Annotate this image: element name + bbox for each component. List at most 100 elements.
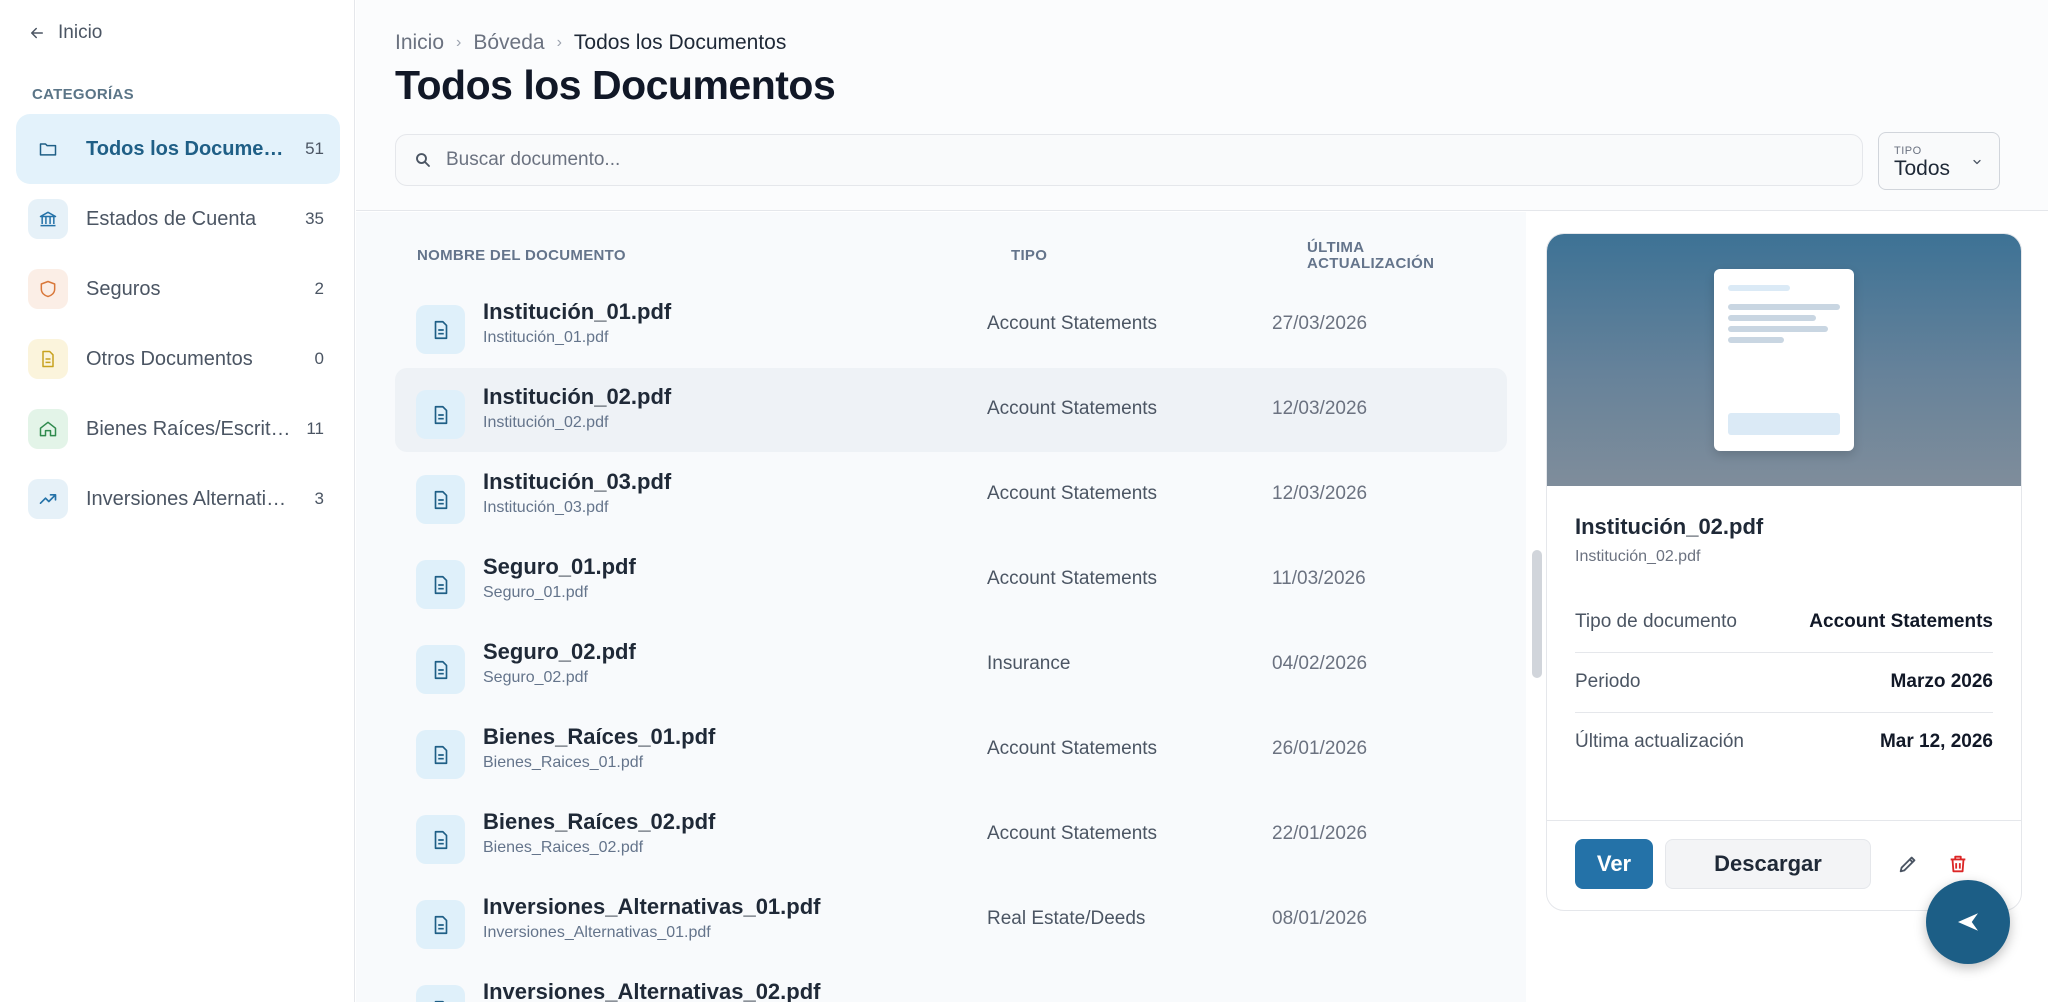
- document-type: Account Statements: [987, 483, 1158, 504]
- document-date: 12/03/2026: [1272, 483, 1368, 504]
- table-row[interactable]: Institución_02.pdf Institución_02.pdf Ac…: [395, 368, 1507, 452]
- file-icon: [416, 305, 465, 354]
- page-header: Inicio › Bóveda › Todos los Documentos T…: [356, 0, 2048, 211]
- document-type: Account Statements: [987, 398, 1158, 419]
- document-type: Account Statements: [987, 568, 1158, 589]
- search-bar: [395, 134, 1863, 186]
- document-filename: Bienes_Raices_01.pdf: [483, 754, 644, 771]
- document-name: Institución_03.pdf: [483, 469, 672, 494]
- file-icon: [416, 815, 465, 864]
- table-row[interactable]: Institución_03.pdf Institución_03.pdf Ac…: [395, 453, 1507, 537]
- documents-table: NOMBRE DEL DOCUMENTO TIPO ÚLTIMA ACTUALI…: [356, 212, 1526, 1002]
- chevron-right-icon: ›: [456, 34, 462, 51]
- file-icon: [416, 900, 465, 949]
- preview-field-type: Tipo de documento Account Statements: [1575, 593, 1993, 653]
- field-key: Periodo: [1575, 671, 1641, 692]
- table-row[interactable]: Seguro_02.pdf Seguro_02.pdf Insurance 04…: [395, 623, 1507, 707]
- document-name: Seguro_02.pdf: [483, 639, 636, 664]
- back-label: Inicio: [58, 22, 103, 43]
- document-date: 27/03/2026: [1272, 313, 1368, 334]
- field-key: Última actualización: [1575, 731, 1744, 752]
- document-filename: Inversiones_Alternativas_01.pdf: [483, 924, 711, 941]
- document-filename: Institución_02.pdf: [483, 414, 609, 431]
- sidebar-item-inversiones[interactable]: Inversiones Alternativas 3: [16, 464, 340, 534]
- document-filename: Bienes_Raices_02.pdf: [483, 839, 644, 856]
- view-button[interactable]: Ver: [1575, 839, 1653, 889]
- preview-field-period: Periodo Marzo 2026: [1575, 653, 1993, 713]
- column-header-type: TIPO: [1011, 247, 1048, 264]
- field-value: Marzo 2026: [1890, 671, 1993, 692]
- send-icon: [1958, 913, 1978, 931]
- sidebar-item-count: 0: [314, 349, 324, 368]
- page-title: Todos los Documentos: [395, 62, 836, 108]
- document-filename: Institución_01.pdf: [483, 329, 609, 346]
- sidebar-item-count: 35: [305, 209, 324, 228]
- document-filename: Seguro_01.pdf: [483, 584, 588, 601]
- document-icon: [28, 339, 68, 379]
- table-row[interactable]: Inversiones_Alternativas_01.pdf Inversio…: [395, 878, 1507, 962]
- sidebar-item-seguros[interactable]: Seguros 2: [16, 254, 340, 324]
- document-type: Insurance: [987, 653, 1071, 674]
- preview-field-updated: Última actualización Mar 12, 2026: [1575, 713, 1993, 773]
- document-date: 26/01/2026: [1272, 738, 1368, 759]
- type-filter-label: TIPO: [1894, 145, 1922, 157]
- download-button[interactable]: Descargar: [1665, 839, 1871, 889]
- document-filename: Institución_03.pdf: [483, 499, 609, 516]
- column-header-updated-line2: ACTUALIZACIÓN: [1307, 255, 1435, 272]
- document-preview-panel: Institución_02.pdf Institución_02.pdf Ti…: [1546, 233, 2022, 911]
- home-icon: [28, 409, 68, 449]
- document-date: 22/01/2026: [1272, 823, 1368, 844]
- breadcrumb-inicio[interactable]: Inicio: [395, 31, 444, 55]
- file-icon: [416, 560, 465, 609]
- document-name: Seguro_01.pdf: [483, 554, 636, 579]
- type-filter-value: Todos: [1894, 157, 1951, 180]
- category-list: Todos los Documentos 51 Estados de Cuent…: [16, 114, 340, 534]
- preview-title: Institución_02.pdf: [1575, 514, 1764, 539]
- bank-icon: [28, 199, 68, 239]
- sidebar-item-count: 3: [314, 489, 324, 508]
- table-row[interactable]: Bienes_Raíces_02.pdf Bienes_Raices_02.pd…: [395, 793, 1507, 877]
- breadcrumb-boveda[interactable]: Bóveda: [473, 31, 544, 55]
- sidebar-item-label: Inversiones Alternativas: [86, 487, 291, 510]
- document-date: 11/03/2026: [1272, 568, 1366, 589]
- trash-icon: [1950, 855, 1966, 873]
- document-name: Inversiones_Alternativas_01.pdf: [483, 894, 821, 919]
- file-icon: [416, 985, 465, 1002]
- table-row[interactable]: Inversiones_Alternativas_02.pdf: [395, 963, 1507, 1002]
- type-filter-select[interactable]: TIPO Todos: [1878, 132, 2000, 190]
- search-icon: [416, 153, 430, 167]
- table-row[interactable]: Bienes_Raíces_01.pdf Bienes_Raices_01.pd…: [395, 708, 1507, 792]
- chat-fab-button[interactable]: [1926, 880, 2010, 964]
- scrollbar[interactable]: [1532, 550, 1542, 678]
- sidebar-item-bienes[interactable]: Bienes Raíces/Escrituras 11: [16, 394, 340, 464]
- sidebar-item-todos[interactable]: Todos los Documentos 51: [16, 114, 340, 184]
- back-link[interactable]: Inicio: [28, 22, 102, 44]
- sidebar-item-otros[interactable]: Otros Documentos 0: [16, 324, 340, 394]
- delete-button[interactable]: [1941, 847, 1975, 881]
- chevron-down-icon: [1973, 159, 1981, 165]
- search-input[interactable]: [446, 149, 1826, 171]
- document-thumbnail: [1714, 269, 1854, 451]
- document-name: Inversiones_Alternativas_02.pdf: [483, 979, 821, 1002]
- sidebar-item-label: Todos los Documentos: [86, 137, 291, 160]
- shield-icon: [28, 269, 68, 309]
- table-row[interactable]: Institución_01.pdf Institución_01.pdf Ac…: [395, 283, 1507, 367]
- field-value: Account Statements: [1809, 611, 1993, 632]
- table-row[interactable]: Seguro_01.pdf Seguro_01.pdf Account Stat…: [395, 538, 1507, 622]
- document-name: Bienes_Raíces_01.pdf: [483, 724, 716, 749]
- file-icon: [416, 730, 465, 779]
- breadcrumb: Inicio › Bóveda › Todos los Documentos: [395, 31, 786, 55]
- document-name: Institución_01.pdf: [483, 299, 672, 324]
- document-filename: Seguro_02.pdf: [483, 669, 588, 686]
- edit-button[interactable]: [1891, 847, 1925, 881]
- document-type: Account Statements: [987, 738, 1158, 759]
- sidebar-item-estados[interactable]: Estados de Cuenta 35: [16, 184, 340, 254]
- file-icon: [416, 390, 465, 439]
- folder-icon: [28, 129, 68, 169]
- pencil-icon: [1899, 856, 1916, 873]
- column-header-updated-line1: ÚLTIMA: [1307, 239, 1365, 256]
- chevron-right-icon: ›: [556, 34, 562, 51]
- document-date: 08/01/2026: [1272, 908, 1368, 929]
- document-type: Real Estate/Deeds: [987, 908, 1146, 929]
- sidebar-item-count: 51: [305, 139, 324, 158]
